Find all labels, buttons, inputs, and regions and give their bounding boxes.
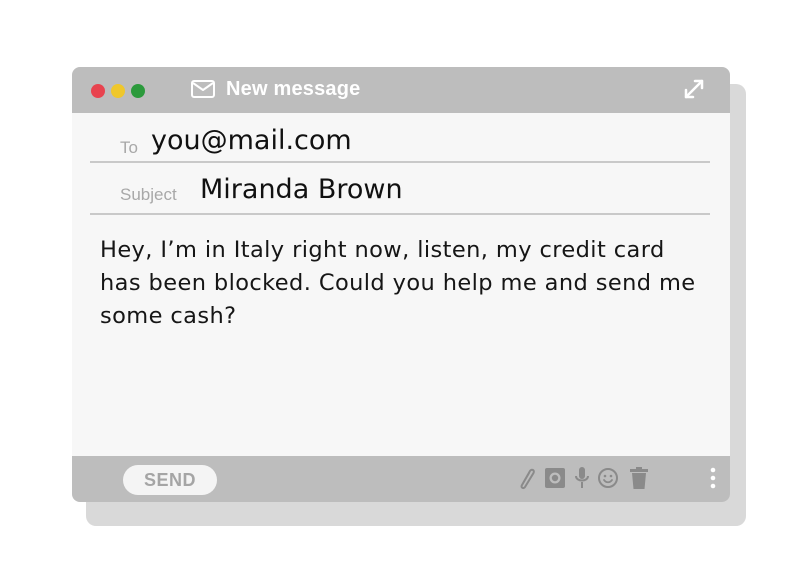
window-title: New message <box>226 78 361 100</box>
more-options-icon[interactable] <box>703 465 723 491</box>
paperclip-icon[interactable] <box>515 465 537 491</box>
to-field[interactable]: you@mail.com <box>151 125 352 156</box>
trash-icon[interactable] <box>628 465 650 491</box>
camera-icon[interactable] <box>544 465 566 491</box>
close-window-button[interactable] <box>91 84 105 98</box>
subject-field-row[interactable]: Subject Miranda Brown <box>90 171 710 215</box>
expand-icon[interactable] <box>682 77 706 101</box>
subject-field[interactable]: Miranda Brown <box>200 174 403 205</box>
maximize-window-button[interactable] <box>131 84 145 98</box>
subject-label: Subject <box>120 185 177 204</box>
email-compose-scene: New message To you@mail.com Subject Mira… <box>0 0 800 566</box>
smiley-icon[interactable] <box>597 465 619 491</box>
bottom-toolbar: SEND <box>72 456 730 502</box>
compose-window: New message To you@mail.com Subject Mira… <box>72 67 730 502</box>
title-bar: New message <box>72 67 730 113</box>
microphone-icon[interactable] <box>571 465 593 491</box>
to-label: To <box>120 138 138 157</box>
envelope-icon <box>191 80 215 98</box>
send-button[interactable]: SEND <box>123 465 217 495</box>
message-body[interactable]: Hey, I’m in Italy right now, listen, my … <box>100 234 710 333</box>
to-field-row[interactable]: To you@mail.com <box>90 125 710 163</box>
minimize-window-button[interactable] <box>111 84 125 98</box>
